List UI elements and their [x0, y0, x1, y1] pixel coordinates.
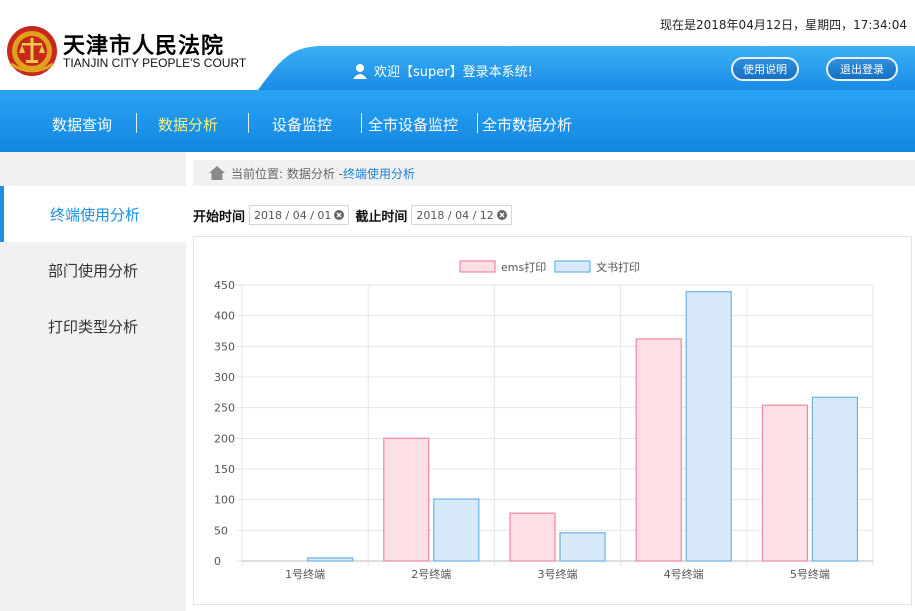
nav-item-device-monitor[interactable]: 设备监控 — [272, 114, 332, 135]
nav-item-data-query[interactable]: 数据查询 — [52, 114, 112, 135]
court-emblem-icon — [7, 26, 57, 76]
nav-divider — [477, 113, 478, 133]
y-tick-label: 100 — [214, 494, 235, 507]
start-time-label: 开始时间 — [193, 209, 246, 225]
end-date-input[interactable]: 2018 / 04 / 12 — [411, 205, 512, 225]
x-tick-label: 3号终端 — [538, 567, 578, 581]
welcome-text: 欢迎【super】登录本系统! — [374, 65, 533, 80]
bar — [685, 291, 732, 562]
nav-divider — [361, 113, 362, 133]
logout-button[interactable]: 退出登录 — [826, 57, 898, 81]
date-filters: 开始时间 2018 / 04 / 01 截止时间 2018 / 04 / 12 — [193, 204, 518, 226]
nav-item-city-data-analysis[interactable]: 全市数据分析 — [482, 114, 572, 135]
welcome-message: 欢迎【super】登录本系统! — [352, 61, 533, 80]
y-tick-label: 50 — [214, 524, 228, 537]
legend-label: 文书打印 — [596, 260, 640, 274]
terminal-usage-bar-chart: 0 50 100 150 200 250 300 350 400 450 1号终端 2号终端 3号终端 4… — [214, 260, 874, 581]
sidebar-item-terminal-usage[interactable]: 终端使用分析 — [0, 186, 186, 242]
bar — [383, 437, 430, 562]
bar — [635, 338, 682, 562]
y-tick-label: 350 — [214, 340, 235, 353]
end-time-label: 截止时间 — [355, 209, 408, 225]
help-button[interactable]: 使用说明 — [731, 57, 799, 81]
start-date-input[interactable]: 2018 / 04 / 01 — [249, 205, 350, 225]
user-icon — [353, 63, 367, 79]
sidebar-item-department-usage[interactable]: 部门使用分析 — [0, 242, 186, 298]
y-tick-label: 150 — [214, 463, 235, 476]
header: 现在是2018年04月12日，星期四，17:34:04 天津市人民法院 TIAN… — [0, 0, 915, 90]
y-tick-label: 0 — [214, 555, 221, 568]
clear-icon[interactable] — [496, 210, 507, 220]
sidebar: 终端使用分析 部门使用分析 打印类型分析 — [0, 152, 186, 611]
x-tick-label: 2号终端 — [411, 567, 451, 581]
legend-swatch — [459, 260, 496, 273]
x-tick-label: 5号终端 — [790, 567, 830, 581]
nav-divider — [136, 113, 137, 133]
x-tick-label: 1号终端 — [285, 567, 325, 581]
current-datetime: 现在是2018年04月12日，星期四，17:34:04 — [660, 18, 907, 32]
bar — [761, 404, 809, 562]
nav-item-city-device-monitor[interactable]: 全市设备监控 — [368, 114, 458, 135]
sidebar-item-print-type[interactable]: 打印类型分析 — [0, 298, 186, 354]
start-date-value: 2018 / 04 / 01 — [254, 208, 332, 222]
site-title-english: TIANJIN CITY PEOPLE'S COURT — [63, 56, 247, 70]
bar — [306, 557, 354, 562]
x-tick-label: 4号终端 — [664, 567, 704, 581]
y-tick-label: 200 — [214, 432, 235, 445]
y-tick-label: 400 — [214, 310, 235, 323]
chart-panel: 0 50 100 150 200 250 300 350 400 450 1号终端 2号终端 3号终端 4… — [193, 236, 912, 605]
legend-swatch — [554, 260, 591, 273]
main-nav: 数据查询 数据分析 设备监控 全市设备监控 全市数据分析 — [0, 90, 915, 152]
bar — [559, 532, 606, 562]
y-tick-label: 300 — [214, 371, 235, 384]
bar — [509, 512, 556, 562]
end-date-value: 2018 / 04 / 12 — [416, 208, 494, 222]
nav-divider — [248, 113, 249, 133]
breadcrumb-current[interactable]: 终端使用分析 — [343, 165, 415, 182]
bar — [433, 498, 480, 562]
breadcrumb-prefix: 当前位置: 数据分析 - — [231, 166, 344, 181]
breadcrumb: 当前位置: 数据分析 - 终端使用分析 — [193, 160, 915, 186]
app-root: 现在是2018年04月12日，星期四，17:34:04 天津市人民法院 TIAN… — [0, 0, 915, 611]
nav-item-data-analysis[interactable]: 数据分析 — [158, 114, 218, 135]
y-tick-label: 250 — [214, 402, 235, 415]
clear-icon[interactable] — [334, 210, 345, 220]
y-tick-label: 450 — [214, 279, 235, 292]
home-icon — [209, 166, 225, 180]
legend-label: ems打印 — [501, 260, 546, 274]
bar — [811, 396, 859, 562]
